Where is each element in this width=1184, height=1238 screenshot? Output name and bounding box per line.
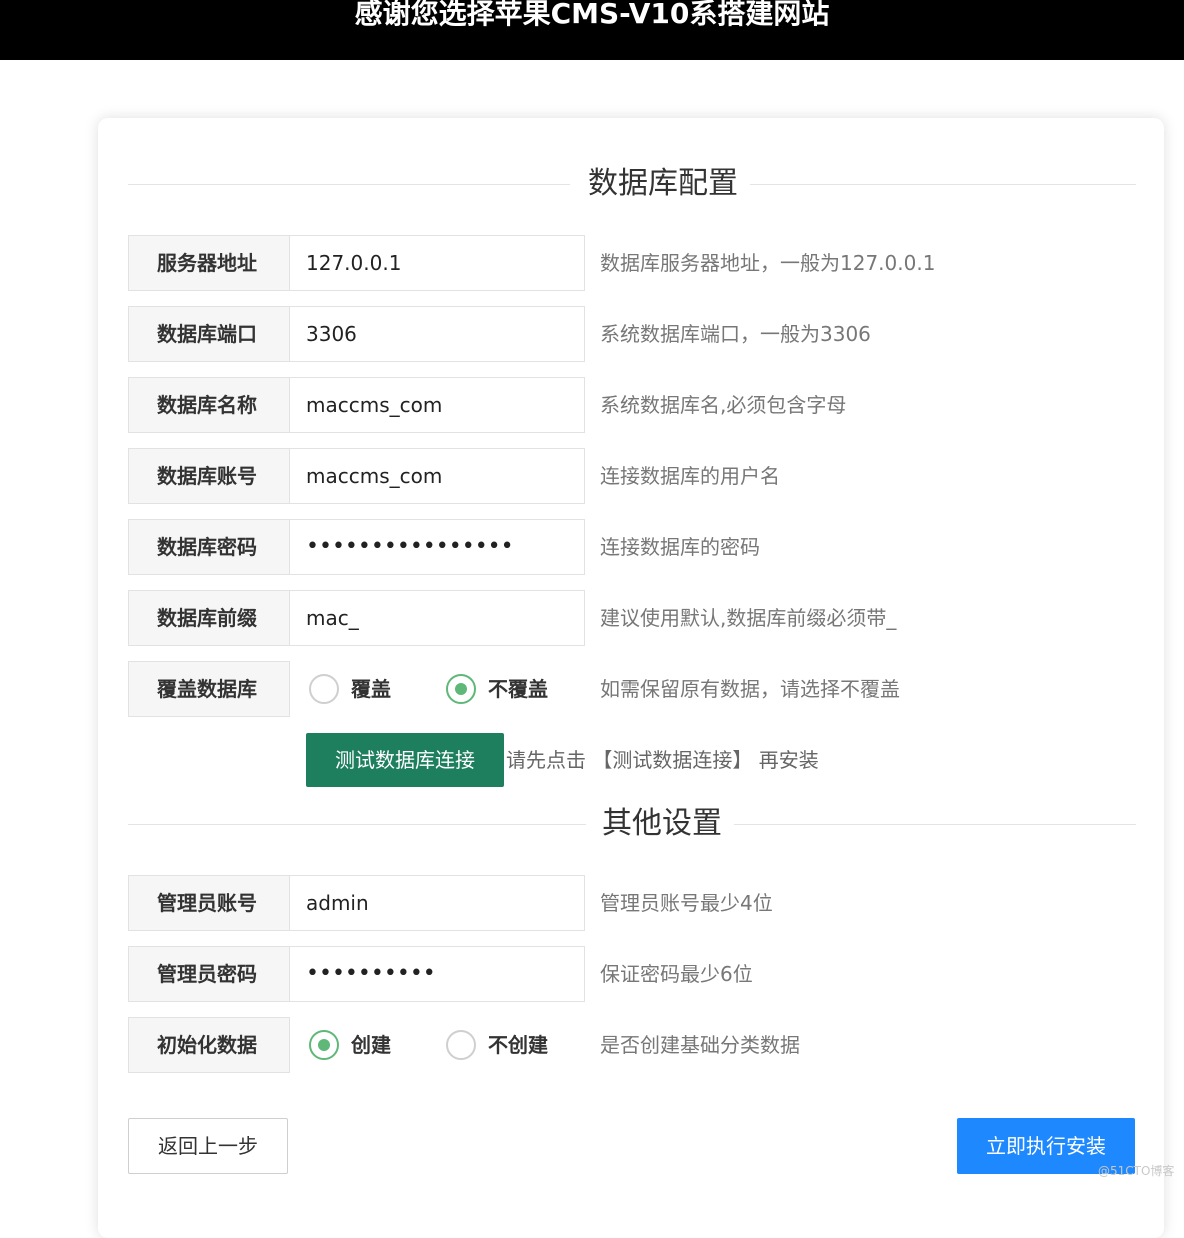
admin-pass-label: 管理员密码	[128, 946, 290, 1002]
prefix-label: 数据库前缀	[128, 590, 290, 646]
host-hint: 数据库服务器地址，一般为127.0.0.1	[600, 251, 936, 275]
divider-left	[128, 824, 586, 825]
divider-right	[734, 824, 1136, 825]
dbuser-label: 数据库账号	[128, 448, 290, 504]
cover-radio-group: 覆盖 不覆盖	[309, 661, 589, 717]
dbname-label: 数据库名称	[128, 377, 290, 433]
port-input[interactable]: 3306	[289, 306, 585, 362]
port-hint: 系统数据库端口，一般为3306	[600, 322, 871, 346]
radio-circle-icon	[309, 674, 339, 704]
dbpass-input[interactable]: ••••••••••••••••	[289, 519, 585, 575]
admin-pass-hint: 保证密码最少6位	[600, 962, 753, 986]
admin-pass-input[interactable]: ••••••••••	[289, 946, 585, 1002]
radio-circle-icon	[446, 1030, 476, 1060]
test-connection-hint: 请先点击 【测试数据连接】 再安装	[506, 748, 819, 772]
init-data-hint: 是否创建基础分类数据	[600, 1033, 800, 1057]
other-section-title: 其他设置	[602, 806, 722, 841]
db-section-title: 数据库配置	[588, 166, 738, 201]
port-label: 数据库端口	[128, 306, 290, 362]
install-form-card: 数据库配置 服务器地址 127.0.0.1 数据库服务器地址，一般为127.0.…	[98, 118, 1164, 1238]
top-header-bar: 感谢您选择苹果CMS-V10系搭建网站	[0, 0, 1184, 60]
dbname-hint: 系统数据库名,必须包含字母	[600, 393, 847, 417]
dbname-input[interactable]: maccms_com	[289, 377, 585, 433]
prefix-hint: 建议使用默认,数据库前缀必须带_	[600, 606, 897, 630]
test-db-connection-button[interactable]: 测试数据库连接	[306, 733, 504, 787]
prefix-input[interactable]: mac_	[289, 590, 585, 646]
other-section-header: 其他设置	[128, 804, 1136, 844]
dbpass-label: 数据库密码	[128, 519, 290, 575]
cover-no-label: 不覆盖	[488, 677, 548, 701]
cover-label: 覆盖数据库	[128, 661, 290, 717]
dbuser-input[interactable]: maccms_com	[289, 448, 585, 504]
cover-yes-label: 覆盖	[351, 677, 391, 701]
dbpass-hint: 连接数据库的密码	[600, 535, 760, 559]
db-section-header: 数据库配置	[128, 164, 1136, 204]
cover-hint: 如需保留原有数据，请选择不覆盖	[600, 677, 900, 701]
host-input[interactable]: 127.0.0.1	[289, 235, 585, 291]
back-button[interactable]: 返回上一步	[128, 1118, 288, 1174]
radio-checked-icon	[309, 1030, 339, 1060]
init-nocreate-label: 不创建	[488, 1033, 548, 1057]
page-title: 感谢您选择苹果CMS-V10系搭建网站	[354, 0, 830, 30]
admin-user-hint: 管理员账号最少4位	[600, 891, 773, 915]
init-data-label: 初始化数据	[128, 1017, 290, 1073]
dbuser-hint: 连接数据库的用户名	[600, 464, 780, 488]
admin-user-label: 管理员账号	[128, 875, 290, 931]
watermark-text: @51CTO博客	[1098, 1164, 1175, 1178]
divider-left	[128, 184, 570, 185]
init-data-radio-group: 创建 不创建	[309, 1017, 589, 1073]
init-create-label: 创建	[351, 1033, 391, 1057]
admin-user-input[interactable]: admin	[289, 875, 585, 931]
host-label: 服务器地址	[128, 235, 290, 291]
radio-checked-icon	[446, 674, 476, 704]
divider-right	[750, 184, 1136, 185]
